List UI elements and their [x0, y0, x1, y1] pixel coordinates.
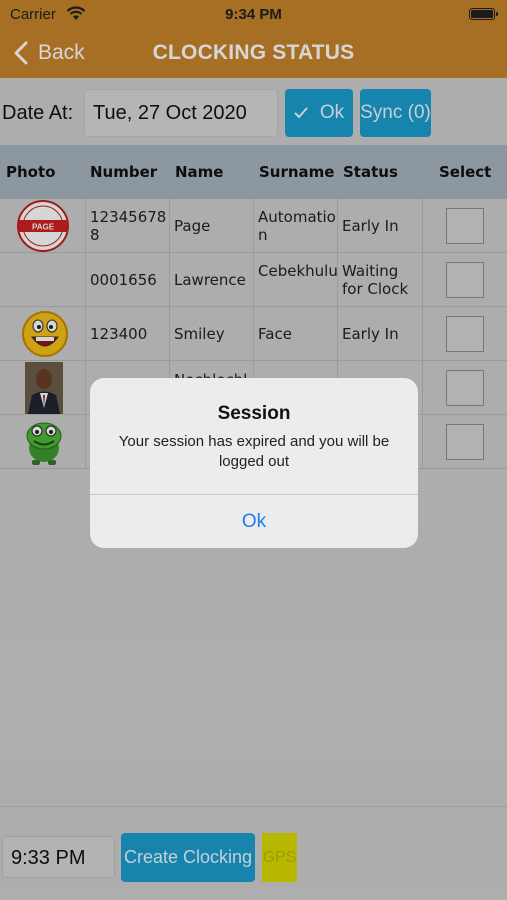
- alert-title: Session: [217, 403, 291, 424]
- alert-ok-button[interactable]: Ok: [90, 495, 418, 548]
- alert-message: Your session has expired and you will be…: [118, 433, 390, 470]
- session-alert: Session Your session has expired and you…: [90, 378, 418, 548]
